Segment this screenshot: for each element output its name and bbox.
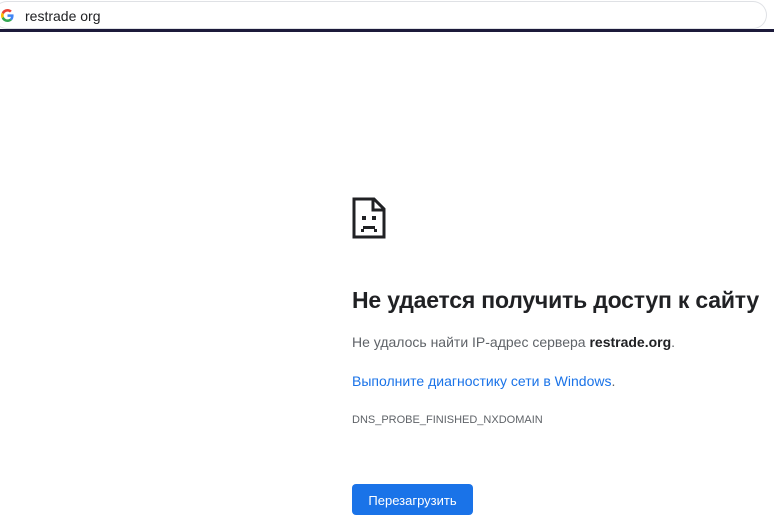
address-bar-area: restrade org <box>0 0 774 33</box>
error-host: restrade.org <box>589 334 672 350</box>
toolbar-divider <box>0 29 774 32</box>
error-code: DNS_PROBE_FINISHED_NXDOMAIN <box>352 414 543 426</box>
error-description-end: . <box>671 334 676 350</box>
diagnostics-line: Выполните диагностику сети в Windows. <box>352 373 615 389</box>
omnibox[interactable]: restrade org <box>0 2 766 28</box>
omnibox-text: restrade org <box>25 8 101 24</box>
error-description-text: Не удалось найти IP-адрес сервера <box>352 334 590 350</box>
reload-button[interactable]: Перезагрузить <box>352 484 473 515</box>
google-g-icon <box>1 9 14 22</box>
sad-page-icon <box>352 197 386 239</box>
diagnostics-period: . <box>611 373 616 389</box>
error-description: Не удалось найти IP-адрес сервера restra… <box>352 334 675 350</box>
error-title: Не удается получить доступ к сайту <box>352 287 759 313</box>
network-diagnostics-link[interactable]: Выполните диагностику сети в Windows <box>352 373 611 389</box>
